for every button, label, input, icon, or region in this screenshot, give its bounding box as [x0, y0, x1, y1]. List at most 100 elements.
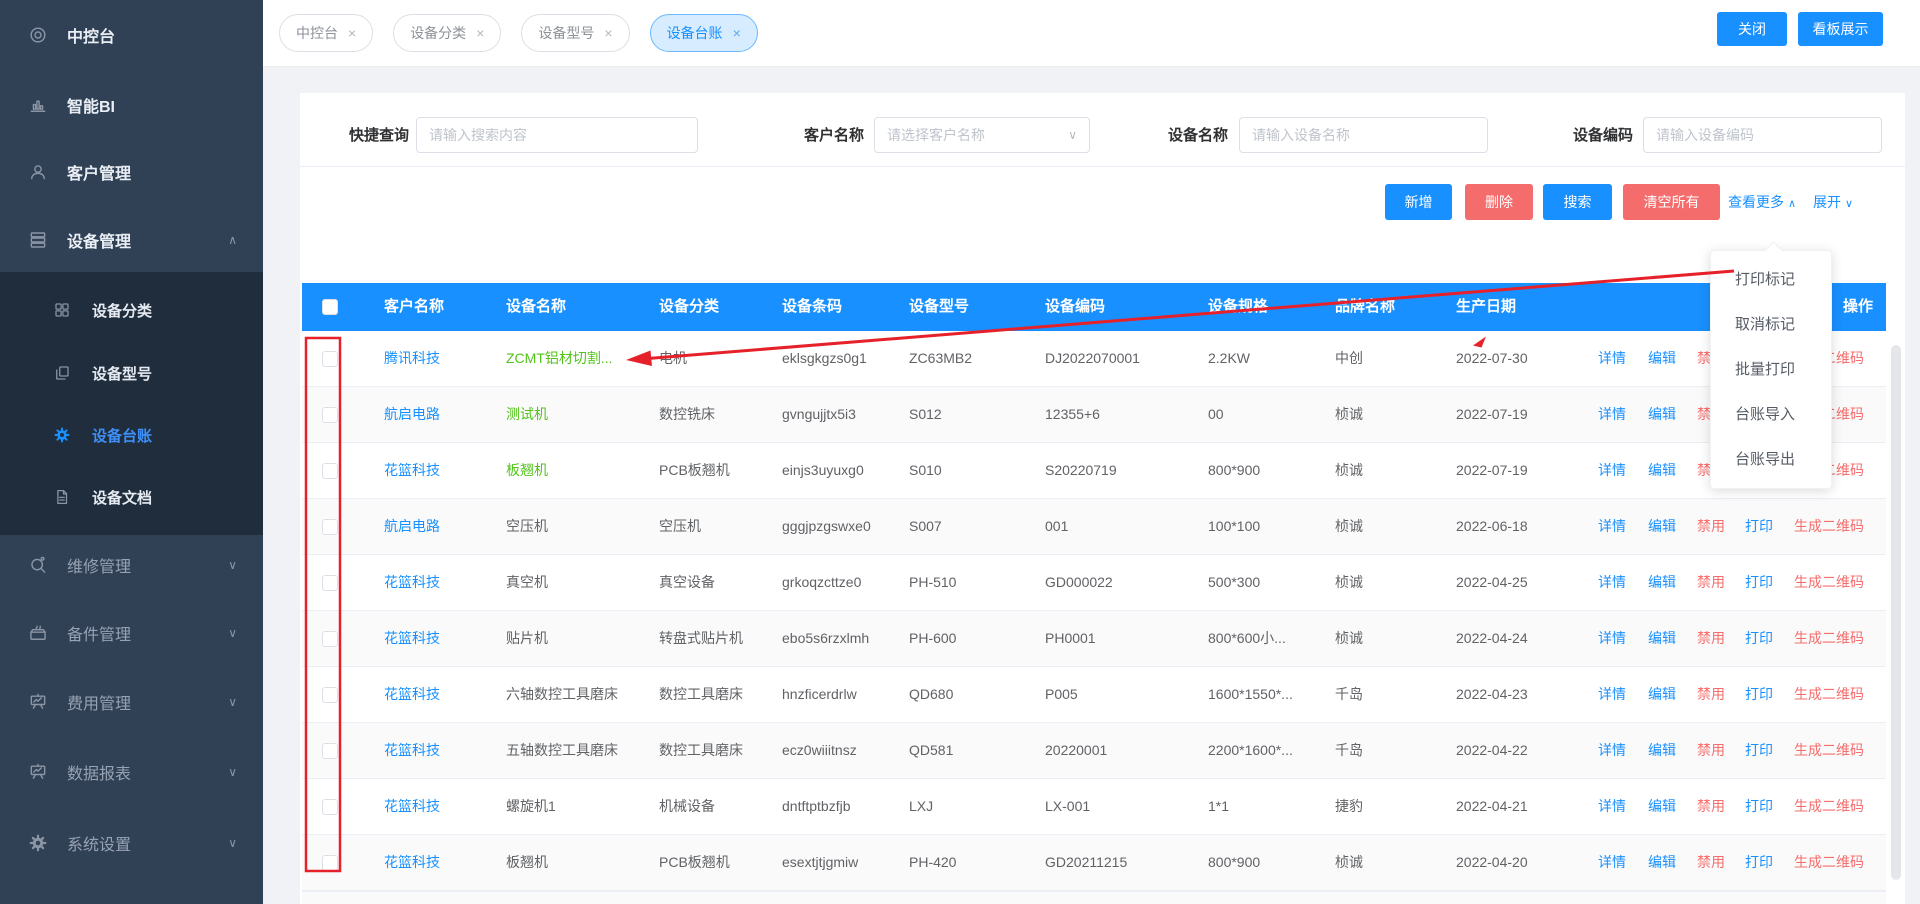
print-link[interactable]: 打印: [1745, 499, 1773, 554]
detail-link[interactable]: 详情: [1598, 611, 1626, 666]
edit-link[interactable]: 编辑: [1648, 835, 1676, 890]
tab-item[interactable]: 设备分类×: [393, 14, 501, 52]
row-checkbox[interactable]: [322, 519, 338, 535]
row-checkbox[interactable]: [322, 407, 338, 423]
row-checkbox[interactable]: [322, 631, 338, 647]
print-link[interactable]: 打印: [1745, 611, 1773, 666]
dropdown-menu-item[interactable]: 取消标记: [1711, 302, 1831, 347]
generate-qrcode-link[interactable]: 生成二维码: [1794, 779, 1864, 834]
detail-link[interactable]: 详情: [1598, 779, 1626, 834]
generate-qrcode-link[interactable]: 生成二维码: [1794, 723, 1864, 778]
disable-link[interactable]: 禁用: [1697, 555, 1725, 610]
detail-link[interactable]: 详情: [1598, 723, 1626, 778]
sidebar-item[interactable]: 设备文档: [0, 477, 263, 517]
print-link[interactable]: 打印: [1745, 779, 1773, 834]
print-link[interactable]: 打印: [1745, 835, 1773, 890]
customer-name-link[interactable]: 花篮科技: [384, 835, 440, 890]
generate-qrcode-link[interactable]: 生成二维码: [1794, 611, 1864, 666]
filter-input[interactable]: [1239, 117, 1488, 153]
customer-name-link[interactable]: 航启电路: [384, 499, 440, 554]
row-checkbox[interactable]: [322, 799, 338, 815]
sidebar-item[interactable]: 数据报表∨: [0, 752, 263, 792]
sidebar-item[interactable]: 维修管理∨: [0, 545, 263, 585]
customer-name-link[interactable]: 花篮科技: [384, 611, 440, 666]
disable-link[interactable]: 禁用: [1697, 499, 1725, 554]
sidebar-item[interactable]: 设备型号: [0, 353, 263, 393]
board-display-button[interactable]: 看板展示: [1798, 12, 1883, 46]
dropdown-menu-item[interactable]: 批量打印: [1711, 347, 1831, 392]
row-checkbox[interactable]: [322, 855, 338, 871]
sidebar-item[interactable]: 智能BI: [0, 85, 263, 125]
detail-link[interactable]: 详情: [1598, 667, 1626, 722]
filter-input[interactable]: [416, 117, 698, 153]
tab-item[interactable]: 中控台×: [279, 14, 373, 52]
generate-qrcode-link[interactable]: 生成二维码: [1794, 499, 1864, 554]
filter-input[interactable]: [1643, 117, 1882, 153]
detail-link[interactable]: 详情: [1598, 331, 1626, 386]
sidebar-item[interactable]: 客户管理: [0, 152, 263, 192]
edit-link[interactable]: 编辑: [1648, 443, 1676, 498]
generate-qrcode-link[interactable]: 生成二维码: [1794, 555, 1864, 610]
generate-qrcode-link[interactable]: 生成二维码: [1794, 835, 1864, 890]
close-icon[interactable]: ×: [476, 26, 484, 40]
detail-link[interactable]: 详情: [1598, 555, 1626, 610]
customer-name-link[interactable]: 花篮科技: [384, 667, 440, 722]
detail-link[interactable]: 详情: [1598, 835, 1626, 890]
dropdown-menu-item[interactable]: 台账导出: [1711, 437, 1831, 482]
clear-all-button[interactable]: 清空所有: [1623, 184, 1720, 220]
customer-name-link[interactable]: 腾讯科技: [384, 331, 440, 386]
detail-link[interactable]: 详情: [1598, 443, 1626, 498]
close-icon[interactable]: ×: [348, 26, 356, 40]
print-link[interactable]: 打印: [1745, 723, 1773, 778]
sidebar-item[interactable]: 费用管理∨: [0, 682, 263, 722]
print-link[interactable]: 打印: [1745, 555, 1773, 610]
generate-qrcode-link[interactable]: 生成二维码: [1794, 667, 1864, 722]
tab-item[interactable]: 设备型号×: [521, 14, 629, 52]
sidebar-item[interactable]: 系统设置∨: [0, 823, 263, 863]
dropdown-menu-item[interactable]: 台账导入: [1711, 392, 1831, 437]
edit-link[interactable]: 编辑: [1648, 555, 1676, 610]
edit-link[interactable]: 编辑: [1648, 667, 1676, 722]
sidebar-item[interactable]: 备件管理∨: [0, 613, 263, 653]
row-checkbox[interactable]: [322, 463, 338, 479]
customer-name-link[interactable]: 花篮科技: [384, 723, 440, 778]
edit-link[interactable]: 编辑: [1648, 499, 1676, 554]
disable-link[interactable]: 禁用: [1697, 667, 1725, 722]
row-checkbox[interactable]: [322, 575, 338, 591]
sidebar-item[interactable]: 中控台: [0, 15, 263, 55]
expand-link[interactable]: 展开∨: [1813, 192, 1853, 212]
search-button[interactable]: 搜索: [1543, 184, 1612, 220]
customer-name-link[interactable]: 花篮科技: [384, 443, 440, 498]
customer-name-link[interactable]: 花篮科技: [384, 779, 440, 834]
customer-name-link[interactable]: 花篮科技: [384, 555, 440, 610]
disable-link[interactable]: 禁用: [1697, 779, 1725, 834]
delete-button[interactable]: 删除: [1465, 184, 1533, 220]
table-scrollbar[interactable]: [1891, 345, 1901, 880]
edit-link[interactable]: 编辑: [1648, 611, 1676, 666]
sidebar-item[interactable]: 设备台账: [0, 415, 263, 455]
edit-link[interactable]: 编辑: [1648, 723, 1676, 778]
edit-link[interactable]: 编辑: [1648, 779, 1676, 834]
customer-name-link[interactable]: 航启电路: [384, 387, 440, 442]
detail-link[interactable]: 详情: [1598, 499, 1626, 554]
row-checkbox[interactable]: [322, 687, 338, 703]
edit-link[interactable]: 编辑: [1648, 387, 1676, 442]
close-icon[interactable]: ×: [733, 26, 741, 40]
tab-active[interactable]: 设备台账×: [650, 14, 758, 52]
customer-name-select[interactable]: 请选择客户名称∨: [874, 117, 1090, 153]
disable-link[interactable]: 禁用: [1697, 723, 1725, 778]
dropdown-menu-item[interactable]: 打印标记: [1711, 257, 1831, 302]
select-all-checkbox[interactable]: [322, 299, 338, 315]
row-checkbox[interactable]: [322, 743, 338, 759]
detail-link[interactable]: 详情: [1598, 387, 1626, 442]
close-icon[interactable]: ×: [604, 26, 612, 40]
disable-link[interactable]: 禁用: [1697, 835, 1725, 890]
print-link[interactable]: 打印: [1745, 667, 1773, 722]
add-button[interactable]: 新增: [1385, 184, 1452, 220]
disable-link[interactable]: 禁用: [1697, 611, 1725, 666]
sidebar-item[interactable]: 设备分类: [0, 290, 263, 330]
row-checkbox[interactable]: [322, 351, 338, 367]
view-more-link[interactable]: 查看更多∧: [1728, 192, 1796, 212]
sidebar-item[interactable]: 设备管理∧: [0, 220, 263, 260]
edit-link[interactable]: 编辑: [1648, 331, 1676, 386]
